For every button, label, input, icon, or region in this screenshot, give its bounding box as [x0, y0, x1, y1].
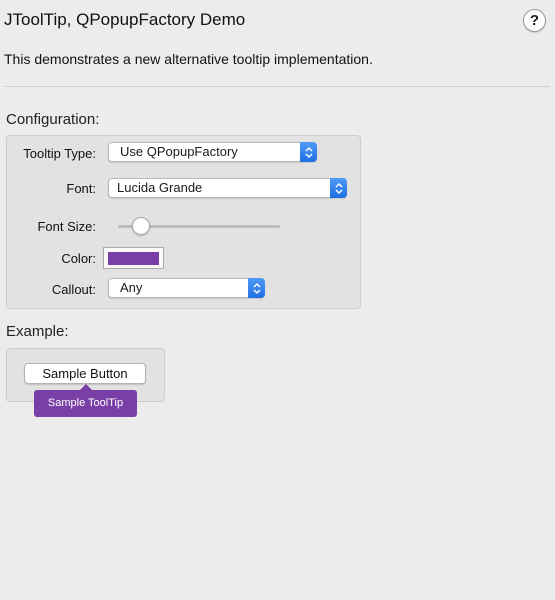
sample-tooltip: Sample ToolTip — [34, 390, 137, 417]
font-label: Font: — [66, 181, 96, 196]
help-icon: ? — [529, 12, 540, 29]
tooltip-type-value: Use QPopupFactory — [120, 144, 238, 159]
callout-value: Any — [120, 280, 143, 295]
font-size-label: Font Size: — [37, 219, 96, 234]
divider — [4, 86, 550, 87]
tooltip-type-select[interactable]: Use QPopupFactory — [108, 142, 317, 162]
font-value: Lucida Grande — [117, 180, 203, 195]
color-well[interactable] — [103, 247, 164, 269]
description-text: This demonstrates a new alternative tool… — [4, 51, 373, 67]
example-title: Example: — [6, 323, 69, 340]
configuration-title: Configuration: — [6, 111, 100, 128]
callout-select[interactable]: Any — [108, 278, 265, 298]
font-select[interactable]: Lucida Grande — [108, 178, 347, 198]
up-down-arrows-icon — [300, 142, 317, 162]
up-down-arrows-icon — [330, 178, 347, 198]
color-label: Color: — [61, 251, 96, 266]
callout-label: Callout: — [51, 282, 96, 297]
up-down-arrows-icon — [248, 278, 265, 298]
tooltip-type-label: Tooltip Type: — [23, 146, 96, 161]
window-title: JToolTip, QPopupFactory Demo — [4, 10, 246, 29]
color-swatch — [108, 251, 159, 265]
help-button[interactable]: ? — [523, 9, 546, 32]
sample-button[interactable]: Sample Button — [24, 363, 146, 384]
